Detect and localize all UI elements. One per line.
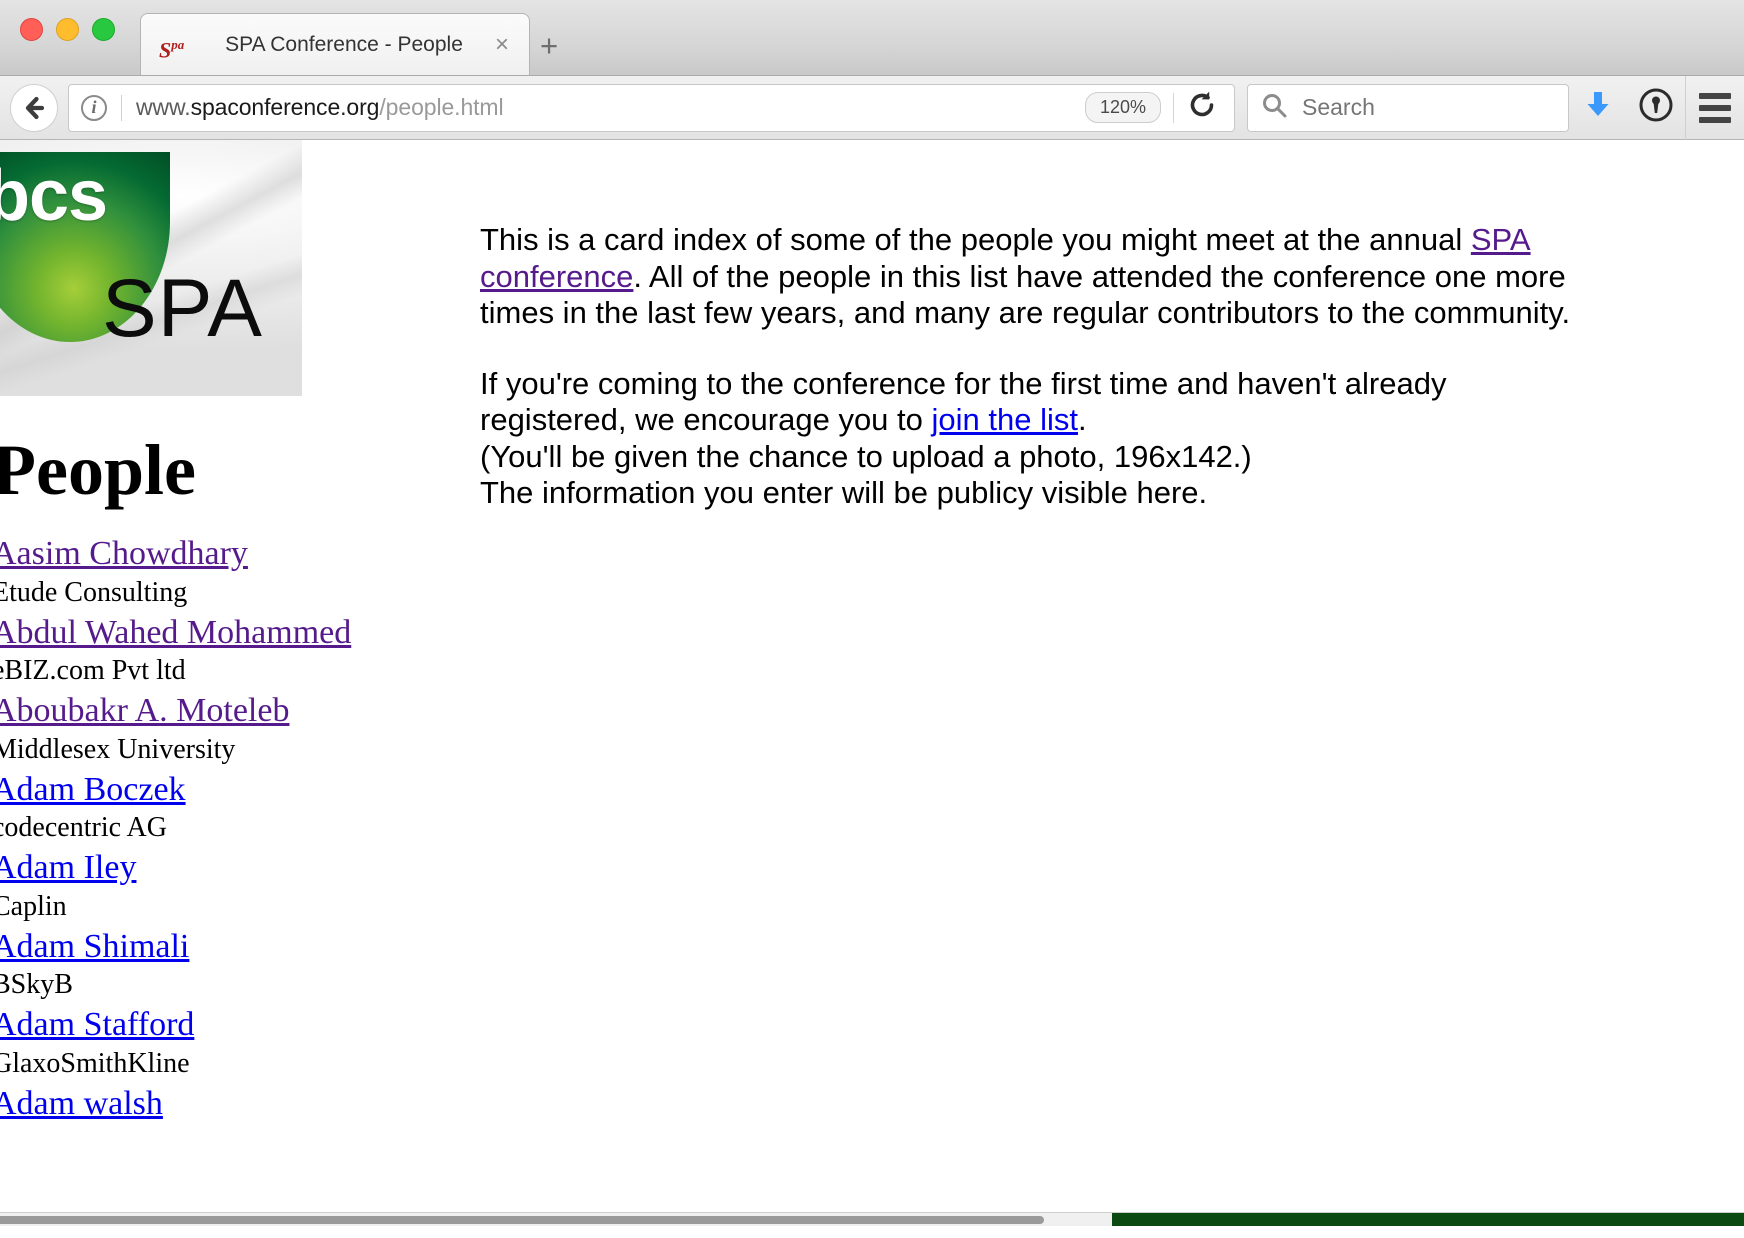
horizontal-scrollbar[interactable] bbox=[0, 1212, 1744, 1226]
left-column: bcs SPA People Aasim Chowdhary Etude Cons… bbox=[0, 140, 351, 1127]
search-icon bbox=[1260, 91, 1288, 124]
intro-p2-line3: (You'll be given the chance to upload a … bbox=[480, 438, 1252, 474]
person-entry: Adam Boczek codecentric AG bbox=[0, 768, 312, 845]
tab-title: SPA Conference - People bbox=[225, 32, 463, 56]
window-traffic-lights bbox=[20, 18, 115, 41]
join-the-list-link[interactable]: join the list bbox=[932, 402, 1078, 437]
person-organisation: eBIZ.com Pvt ltd bbox=[0, 655, 186, 687]
people-list: Aasim Chowdhary Etude Consulting Abdul Wah… bbox=[0, 532, 351, 1126]
back-arrow-icon bbox=[20, 94, 48, 122]
person-organisation: Middlesex University bbox=[0, 733, 236, 765]
person-name-link[interactable]: Aasim Chowdhary bbox=[0, 532, 312, 576]
keyhole-circle-icon bbox=[1637, 86, 1675, 129]
intro-p1-before: This is a card index of some of the peop… bbox=[480, 222, 1471, 257]
intro-text-column: This is a card index of some of the peop… bbox=[480, 222, 1580, 546]
person-entry: Aboubakr A. Moteleb Middlesex University bbox=[0, 689, 312, 766]
close-tab-icon[interactable]: × bbox=[487, 32, 517, 57]
person-entry: Abdul Wahed Mohammed eBIZ.com Pvt ltd bbox=[0, 611, 351, 688]
zoom-level-badge[interactable]: 120% bbox=[1084, 92, 1161, 123]
bcs-spa-logo: bcs SPA bbox=[0, 140, 302, 396]
url-host-prefix: www. bbox=[136, 94, 191, 120]
person-name-link[interactable]: Adam Boczek bbox=[0, 768, 312, 812]
search-input[interactable] bbox=[1300, 93, 1556, 122]
navigation-toolbar: i www.spaconference.org/people.html 120% bbox=[0, 75, 1744, 140]
tab-favicon-spa: Spa bbox=[159, 36, 185, 62]
browser-tab[interactable]: Spa SPA Conference - People × bbox=[140, 13, 530, 75]
person-entry: Adam Iley Caplin bbox=[0, 846, 312, 923]
password-manager-button[interactable] bbox=[1627, 76, 1685, 140]
toolbar-divider bbox=[1173, 92, 1174, 123]
spa-wordmark: SPA bbox=[102, 263, 263, 354]
search-bar[interactable] bbox=[1247, 83, 1569, 132]
person-name-link[interactable]: Adam Iley bbox=[0, 846, 312, 890]
person-name-link[interactable]: Adam Shimali bbox=[0, 925, 312, 969]
download-arrow-icon bbox=[1581, 88, 1615, 127]
page-viewport: bcs SPA People Aasim Chowdhary Etude Cons… bbox=[0, 140, 1744, 1238]
page-bottom-edge bbox=[1112, 1213, 1744, 1226]
person-entry: Adam Shimali BSkyB bbox=[0, 925, 312, 1002]
toolbar-icon-group bbox=[1569, 75, 1744, 140]
browser-window: Spa SPA Conference - People × + i www.sp… bbox=[0, 0, 1744, 1238]
close-window-button[interactable] bbox=[20, 18, 43, 41]
intro-paragraph-1: This is a card index of some of the peop… bbox=[480, 222, 1580, 332]
page-title: People bbox=[0, 430, 196, 510]
new-tab-button[interactable]: + bbox=[540, 30, 558, 61]
url-text[interactable]: www.spaconference.org/people.html bbox=[136, 94, 1085, 121]
intro-p2-after: . bbox=[1077, 402, 1087, 438]
intro-p1-after: . All of the people in this list have at… bbox=[480, 258, 1571, 331]
hamburger-menu-icon bbox=[1699, 92, 1731, 123]
menu-button[interactable] bbox=[1686, 76, 1744, 140]
person-entry: Adam Stafford GlaxoSmithKline bbox=[0, 1003, 312, 1080]
person-organisation: GlaxoSmithKline bbox=[0, 1047, 190, 1079]
intro-paragraph-2: If you're coming to the conference for t… bbox=[480, 366, 1580, 512]
person-name-link[interactable]: Abdul Wahed Mohammed bbox=[0, 611, 351, 655]
url-divider bbox=[121, 94, 122, 121]
horizontal-scrollbar-thumb[interactable] bbox=[0, 1216, 1044, 1224]
person-name-link[interactable]: Adam walsh bbox=[0, 1082, 312, 1126]
web-page: bcs SPA People Aasim Chowdhary Etude Cons… bbox=[0, 140, 1744, 1226]
site-info-icon[interactable]: i bbox=[81, 94, 107, 121]
person-entry: Adam walsh bbox=[0, 1082, 312, 1126]
person-organisation: Caplin bbox=[0, 890, 67, 922]
person-organisation: Etude Consulting bbox=[0, 576, 188, 608]
reload-icon bbox=[1187, 90, 1217, 125]
intro-p2-line4: The information you enter will be public… bbox=[480, 475, 1208, 511]
url-domain: spaconference.org bbox=[190, 94, 380, 120]
person-entry: Aasim Chowdhary Etude Consulting bbox=[0, 532, 312, 609]
minimize-window-button[interactable] bbox=[56, 18, 79, 41]
person-organisation: BSkyB bbox=[0, 969, 73, 1001]
bcs-wordmark: bcs bbox=[0, 156, 108, 236]
person-name-link[interactable]: Adam Stafford bbox=[0, 1003, 312, 1047]
downloads-button[interactable] bbox=[1569, 76, 1627, 140]
person-name-link[interactable]: Aboubakr A. Moteleb bbox=[0, 689, 312, 733]
reload-button[interactable] bbox=[1186, 90, 1218, 125]
person-organisation: codecentric AG bbox=[0, 812, 167, 844]
back-button[interactable] bbox=[10, 83, 58, 132]
url-path: /people.html bbox=[379, 94, 504, 120]
url-bar[interactable]: i www.spaconference.org/people.html 120% bbox=[68, 83, 1235, 132]
zoom-window-button[interactable] bbox=[92, 18, 115, 41]
tab-strip: Spa SPA Conference - People × + bbox=[0, 0, 1744, 76]
